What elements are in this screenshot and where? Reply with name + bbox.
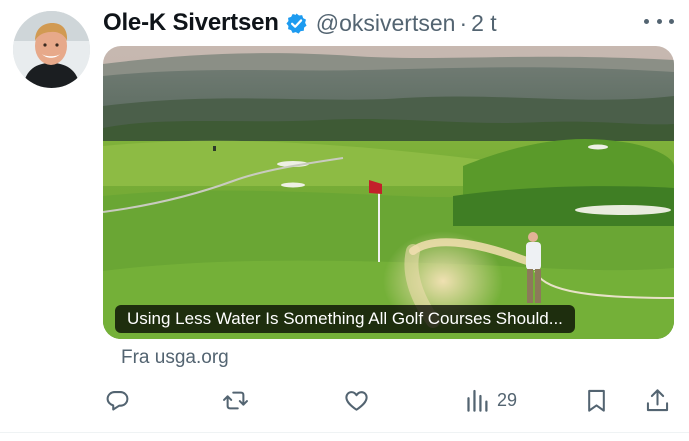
verified-badge-icon — [285, 12, 308, 35]
card-headline: Using Less Water Is Something All Golf C… — [115, 305, 575, 333]
repost-icon — [223, 391, 248, 409]
avatar[interactable] — [13, 11, 90, 88]
share-icon — [646, 388, 669, 411]
like-icon — [345, 390, 368, 411]
golf-course-image — [103, 46, 674, 339]
more-dot — [656, 18, 662, 24]
tweet-timestamp[interactable]: 2 t — [471, 10, 497, 37]
tweet-divider — [0, 432, 689, 433]
bookmark-icon — [588, 389, 605, 412]
bookmark-button[interactable] — [583, 382, 610, 418]
share-button[interactable] — [644, 382, 671, 418]
author-name[interactable]: Ole-K Sivertsen — [103, 9, 279, 37]
action-bar: 29 — [0, 382, 689, 418]
tweet-header: Ole-K Sivertsen @oksivertsen · 2 t — [103, 6, 497, 40]
more-dot — [644, 18, 649, 24]
repost-button[interactable] — [222, 382, 249, 418]
views-count: 29 — [497, 389, 518, 410]
more-icon[interactable] — [644, 10, 674, 32]
views-icon — [467, 389, 488, 412]
like-button[interactable] — [343, 382, 370, 418]
avatar-photo — [13, 11, 90, 88]
card-source-link[interactable]: Fra usga.org — [121, 347, 229, 369]
author-handle[interactable]: @oksivertsen — [316, 10, 456, 37]
more-dot — [669, 18, 674, 24]
link-card[interactable]: Using Less Water Is Something All Golf C… — [103, 46, 674, 339]
reply-icon — [106, 390, 129, 411]
reply-button[interactable] — [104, 382, 131, 418]
separator-dot: · — [459, 9, 468, 36]
tweet: Ole-K Sivertsen @oksivertsen · 2 t Using… — [0, 0, 689, 441]
views-button[interactable]: 29 — [464, 382, 517, 418]
